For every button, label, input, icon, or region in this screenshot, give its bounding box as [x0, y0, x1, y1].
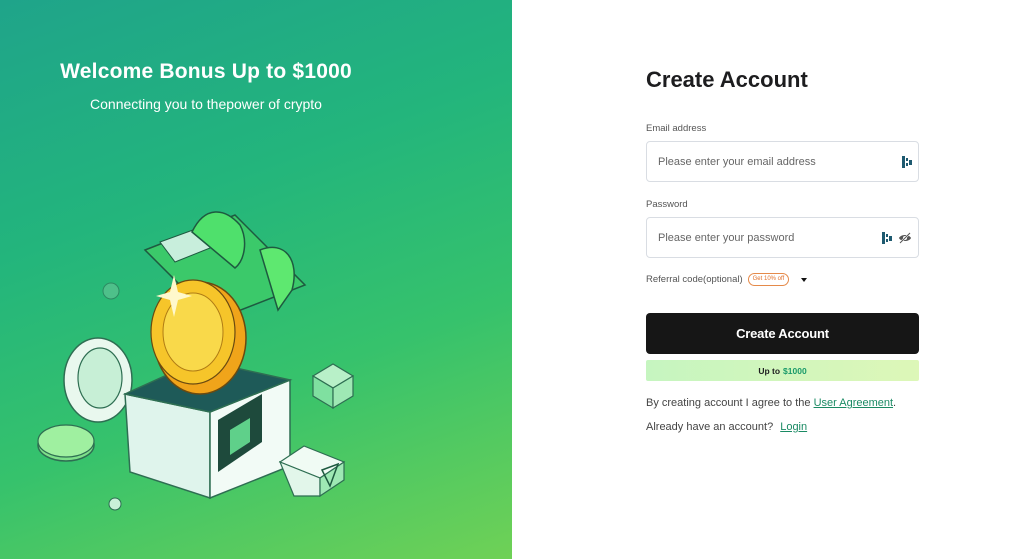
agreement-text: By creating account I agree to the User …: [646, 397, 896, 409]
email-field-wrapper: [646, 141, 919, 182]
password-label: Password: [646, 199, 688, 210]
agreement-suffix: .: [893, 397, 897, 409]
agreement-prefix: By creating account I agree to the: [646, 397, 811, 409]
password-field-wrapper: [646, 217, 919, 258]
referral-label: Referral code(optional): [646, 274, 743, 285]
caret-down-icon[interactable]: [799, 276, 809, 284]
email-field[interactable]: [658, 142, 868, 181]
password-manager-icon[interactable]: [902, 155, 912, 169]
page-title: Create Account: [646, 67, 808, 92]
create-account-button[interactable]: Create Account: [646, 313, 919, 354]
promo-banner: Up to $1000: [646, 360, 919, 381]
referral-toggle[interactable]: Referral code(optional) Get 10% off: [646, 273, 809, 286]
small-circle-icon: [108, 497, 122, 511]
password-manager-icon[interactable]: [882, 231, 892, 245]
hero-panel: Welcome Bonus Up to $1000 Connecting you…: [0, 0, 512, 559]
promo-prefix: Up to: [758, 365, 781, 376]
small-circle-icon: [102, 282, 120, 300]
eye-off-icon[interactable]: [898, 232, 912, 244]
gift-box-coin-illustration: [37, 211, 355, 511]
promo-amount: $1000: [783, 365, 807, 376]
login-link[interactable]: Login: [780, 421, 807, 433]
discount-badge: Get 10% off: [747, 273, 790, 286]
hero-subtitle: Connecting you to thepower of crypto: [90, 96, 322, 112]
password-field[interactable]: [658, 218, 868, 257]
user-agreement-link[interactable]: User Agreement: [814, 397, 893, 409]
login-row: Already have an account? Login: [646, 421, 807, 433]
login-prompt: Already have an account?: [646, 421, 774, 433]
email-label: Email address: [646, 123, 707, 134]
hero-title: Welcome Bonus Up to $1000: [60, 60, 352, 83]
